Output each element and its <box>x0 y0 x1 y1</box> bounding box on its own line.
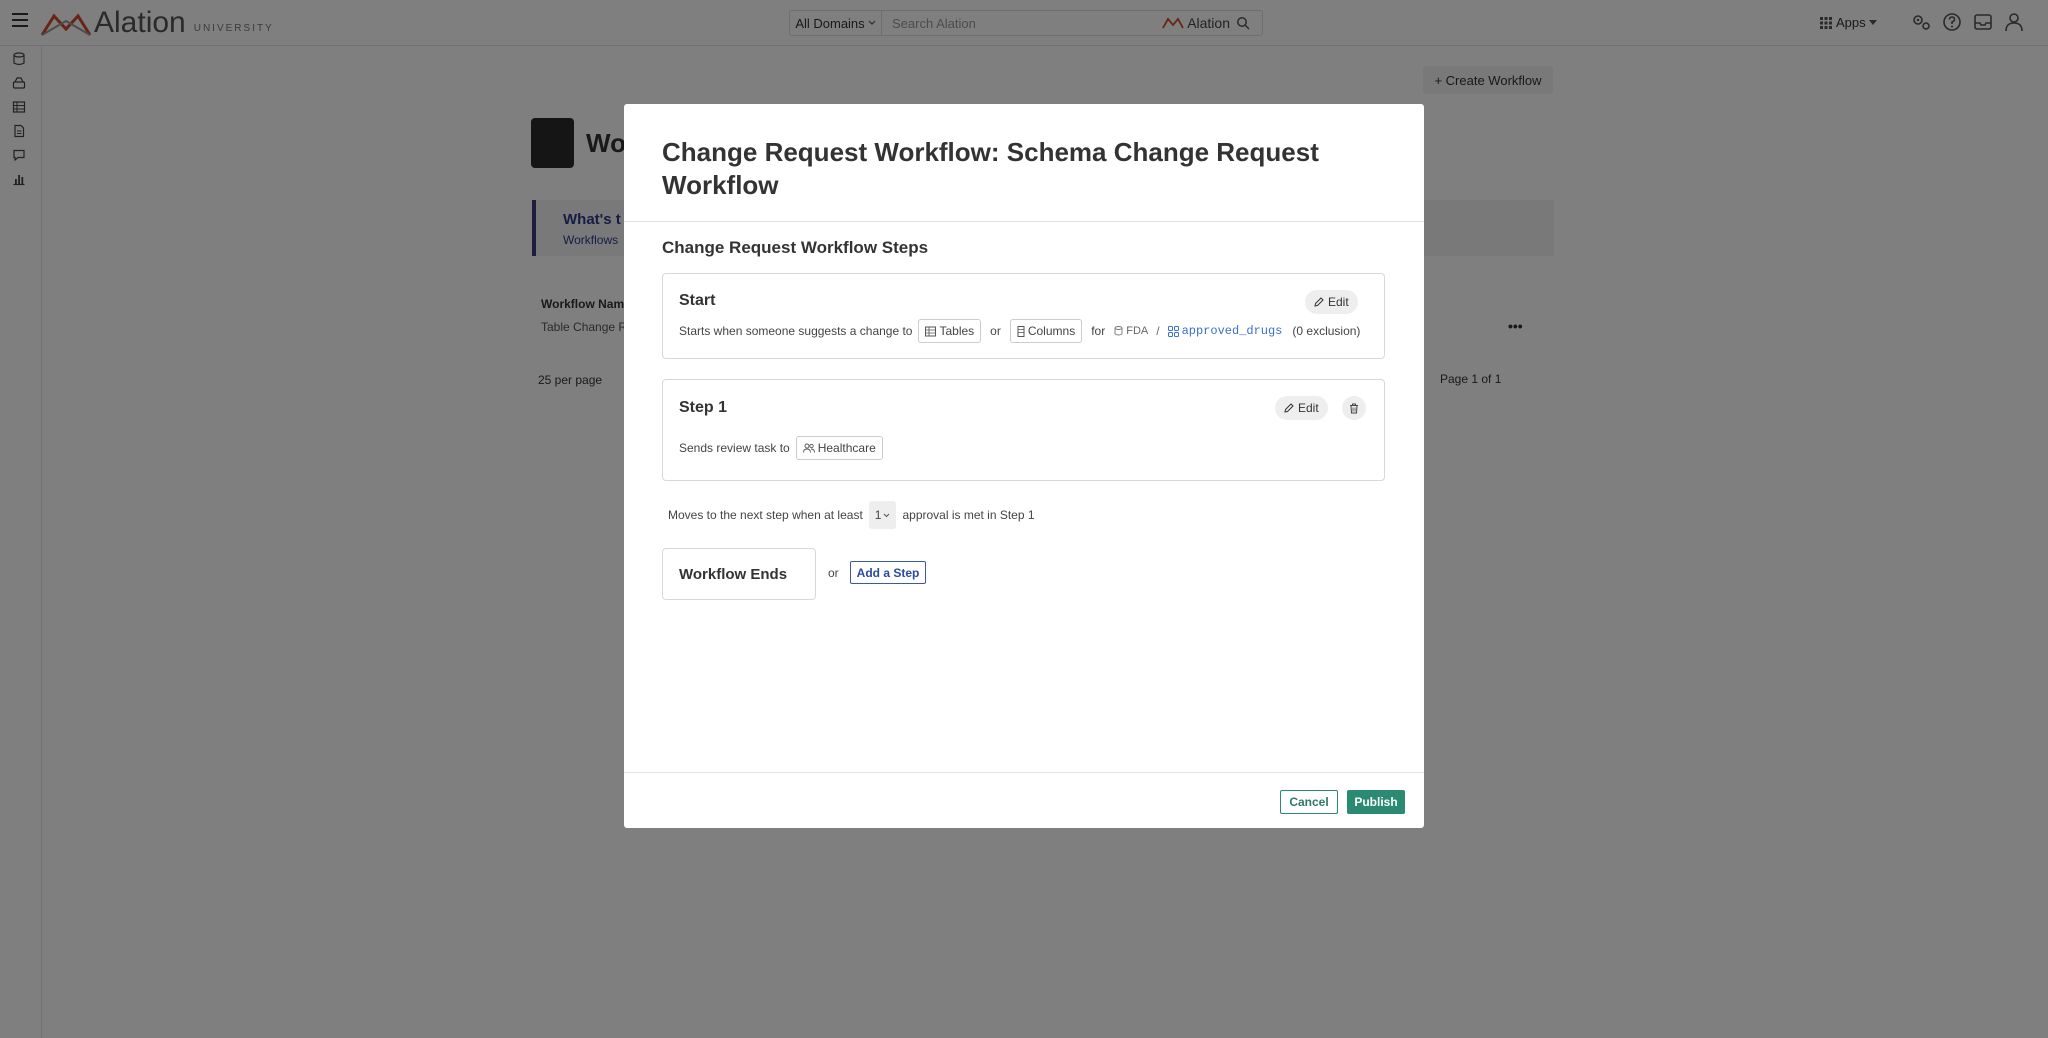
column-icon <box>1017 325 1025 337</box>
workflow-ends-box: Workflow Ends <box>662 548 816 600</box>
step-1-assignment: Sends review task to Healthcare <box>679 435 889 461</box>
advance-text-post: approval is met in Step 1 <box>902 508 1035 522</box>
publish-button[interactable]: Publish <box>1347 790 1405 814</box>
step-1-delete-button[interactable] <box>1342 396 1366 420</box>
advance-text-pre: Moves to the next step when at least <box>668 508 863 522</box>
crumb-separator: / <box>1156 324 1160 338</box>
schema-icon <box>1167 325 1179 337</box>
start-condition: Starts when someone suggests a change to… <box>679 318 1360 344</box>
step-1-edit-button[interactable]: Edit <box>1275 396 1328 420</box>
source-label: FDA <box>1126 325 1149 337</box>
object-link[interactable]: approved_drugs <box>1167 324 1283 338</box>
divider <box>624 772 1424 773</box>
object-label: approved_drugs <box>1181 324 1283 338</box>
cancel-button[interactable]: Cancel <box>1280 790 1338 814</box>
source-crumb: FDA <box>1114 325 1148 337</box>
or-text: or <box>828 566 839 580</box>
pencil-icon <box>1284 403 1294 413</box>
approval-count: 1 <box>874 508 882 522</box>
step-1-card: Step 1 Edit Sends review task to Healthc… <box>662 379 1385 481</box>
approval-count-select[interactable]: 1 <box>868 501 897 529</box>
group-label: Healthcare <box>817 441 876 455</box>
tables-chip: Tables <box>918 319 982 343</box>
pencil-icon <box>1314 297 1324 307</box>
exclusion-text: (0 exclusion) <box>1292 324 1361 338</box>
step-1-text: Sends review task to <box>679 441 790 455</box>
start-card: Start Edit Starts when someone suggests … <box>662 273 1385 359</box>
edit-label: Edit <box>1298 401 1319 415</box>
or-text: or <box>990 324 1001 338</box>
add-step-button[interactable]: Add a Step <box>850 561 926 584</box>
divider <box>624 221 1424 222</box>
table-icon <box>925 326 937 336</box>
columns-label: Columns <box>1027 324 1076 338</box>
workflow-modal: Change Request Workflow: Schema Change R… <box>624 104 1424 828</box>
trash-icon <box>1350 403 1358 413</box>
group-chip: Healthcare <box>795 436 883 460</box>
tables-label: Tables <box>939 324 975 338</box>
modal-title: Change Request Workflow: Schema Change R… <box>662 137 1319 200</box>
steps-heading: Change Request Workflow Steps <box>662 238 929 257</box>
step-1-heading: Step 1 <box>679 399 728 416</box>
start-heading: Start <box>679 292 716 309</box>
chevron-down-icon <box>884 513 890 517</box>
group-icon <box>802 443 815 453</box>
for-text: for <box>1091 324 1106 338</box>
start-text: Starts when someone suggests a change to <box>679 324 913 338</box>
database-icon <box>1114 326 1123 336</box>
edit-label: Edit <box>1328 295 1349 309</box>
start-edit-button[interactable]: Edit <box>1305 290 1358 314</box>
workflow-ends-label: Workflow Ends <box>679 565 788 583</box>
columns-chip: Columns <box>1009 319 1083 343</box>
advance-rule: Moves to the next step when at least 1 a… <box>668 500 1035 530</box>
